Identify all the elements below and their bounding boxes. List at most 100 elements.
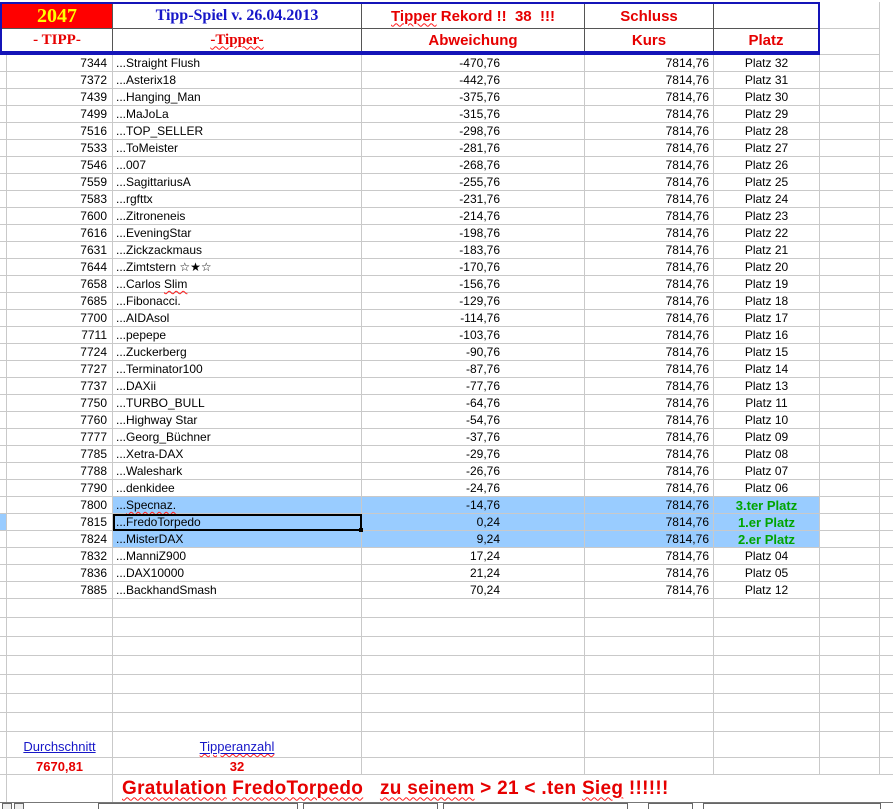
sheet-nav-button[interactable] [14, 803, 24, 809]
cell-extra2[interactable] [880, 758, 893, 775]
cell-abweichung[interactable]: -198,76 [362, 225, 585, 242]
sheet-nav-button[interactable] [2, 803, 12, 809]
cell-extra2[interactable] [880, 497, 893, 514]
cell-a[interactable] [0, 174, 7, 191]
cell-extra[interactable] [820, 361, 880, 378]
cell-extra2[interactable] [880, 361, 893, 378]
cell-abweichung[interactable]: -183,76 [362, 242, 585, 259]
cell-abweichung[interactable]: -170,76 [362, 259, 585, 276]
cell-abweichung[interactable] [362, 713, 585, 732]
cell-kurs[interactable] [585, 758, 714, 775]
cell-platz[interactable]: Platz 08 [714, 446, 820, 463]
cell-tipp[interactable]: 7685 [7, 293, 113, 310]
cell-kurs[interactable]: 7814,76 [585, 310, 714, 327]
cell-tipp[interactable]: 7499 [7, 106, 113, 123]
cell-platz[interactable]: Platz 21 [714, 242, 820, 259]
cell-extra2[interactable] [880, 531, 893, 548]
cell-a[interactable] [0, 191, 7, 208]
cell-abweichung[interactable]: 21,24 [362, 565, 585, 582]
cell-kurs[interactable] [585, 637, 714, 656]
cell-abweichung[interactable]: -77,76 [362, 378, 585, 395]
cell-platz[interactable]: Platz 20 [714, 259, 820, 276]
cell-tipp[interactable] [7, 775, 113, 802]
cell-tipp[interactable]: 7631 [7, 242, 113, 259]
cell-kurs[interactable]: 7814,76 [585, 157, 714, 174]
cell-platz[interactable]: Platz 04 [714, 548, 820, 565]
cell-platz[interactable]: Platz 15 [714, 344, 820, 361]
cell-extra[interactable] [820, 480, 880, 497]
cell-abweichung[interactable]: 9,24 [362, 531, 585, 548]
cell-kurs[interactable] [585, 599, 714, 618]
cell-extra[interactable] [820, 72, 880, 89]
cell-abweichung[interactable] [362, 637, 585, 656]
cell-kurs[interactable]: 7814,76 [585, 497, 714, 514]
cell-tipper[interactable] [113, 637, 362, 656]
cell-kurs[interactable] [585, 713, 714, 732]
cell-kurs[interactable]: 7814,76 [585, 378, 714, 395]
cell-a[interactable] [0, 656, 7, 675]
cell-abweichung[interactable]: -114,76 [362, 310, 585, 327]
cell-extra[interactable] [820, 310, 880, 327]
cell-platz[interactable]: Platz 29 [714, 106, 820, 123]
cell-platz[interactable]: Platz 07 [714, 463, 820, 480]
cell-tipper[interactable]: ...MaJoLa [113, 106, 362, 123]
cell-a[interactable] [0, 599, 7, 618]
cell-extra[interactable] [820, 242, 880, 259]
cell-tipp[interactable]: 7777 [7, 429, 113, 446]
cell-a[interactable] [0, 276, 7, 293]
cell-abweichung[interactable]: 17,24 [362, 548, 585, 565]
cell-kurs[interactable] [585, 618, 714, 637]
cell-extra2[interactable] [880, 208, 893, 225]
cell-platz[interactable]: Platz 24 [714, 191, 820, 208]
cell-a[interactable] [0, 378, 7, 395]
cell-kurs[interactable]: 7814,76 [585, 480, 714, 497]
cell-extra2[interactable] [880, 656, 893, 675]
sheet-tab[interactable] [98, 803, 298, 809]
tipperanzahl-value-cell[interactable]: 32 [113, 758, 362, 775]
cell-extra2[interactable] [880, 191, 893, 208]
cell-tipper[interactable]: ...Georg_Büchner [113, 429, 362, 446]
cell-kurs[interactable]: 7814,76 [585, 293, 714, 310]
cell-tipper[interactable]: ...TURBO_BULL [113, 395, 362, 412]
cell-platz[interactable] [714, 675, 820, 694]
cell-kurs[interactable]: 7814,76 [585, 344, 714, 361]
cell-platz[interactable]: Platz 22 [714, 225, 820, 242]
cell-tipp[interactable] [7, 618, 113, 637]
cell-kurs[interactable] [585, 675, 714, 694]
cell-platz[interactable]: 3.ter Platz [714, 497, 820, 514]
cell-extra2[interactable] [880, 675, 893, 694]
cell-abweichung[interactable]: -87,76 [362, 361, 585, 378]
cell-extra[interactable] [820, 446, 880, 463]
cell-abweichung[interactable] [362, 618, 585, 637]
cell-tipp[interactable]: 7790 [7, 480, 113, 497]
sheet-tab[interactable] [703, 803, 881, 809]
cell-extra[interactable] [820, 259, 880, 276]
schluss-cell[interactable]: Schluss [585, 4, 714, 29]
cell-abweichung[interactable]: -255,76 [362, 174, 585, 191]
cell-abweichung[interactable] [362, 675, 585, 694]
cell-abweichung[interactable]: -470,76 [362, 55, 585, 72]
cell-extra[interactable] [820, 582, 880, 599]
durchschnitt-label-cell[interactable]: Durchschnitt [7, 732, 113, 758]
cell-abweichung[interactable]: -14,76 [362, 497, 585, 514]
cell-a[interactable] [0, 514, 7, 531]
cell-extra2[interactable] [880, 327, 893, 344]
cell-tipp[interactable]: 7439 [7, 89, 113, 106]
cell-a[interactable] [0, 225, 7, 242]
cell-tipper[interactable]: ...Zickzackmaus [113, 242, 362, 259]
cell-extra[interactable] [820, 327, 880, 344]
cell-kurs[interactable]: 7814,76 [585, 531, 714, 548]
record-cell[interactable]: Tipper Rekord !! 38 !!! [362, 4, 585, 29]
cell-platz[interactable]: Platz 31 [714, 72, 820, 89]
cell-tipper[interactable]: ...Asterix18 [113, 72, 362, 89]
cell-tipp[interactable]: 7711 [7, 327, 113, 344]
cell-extra2[interactable] [880, 637, 893, 656]
cell-extra2[interactable] [880, 446, 893, 463]
cell-tipp[interactable]: 7583 [7, 191, 113, 208]
cell-platz[interactable]: Platz 18 [714, 293, 820, 310]
cell-tipp[interactable] [7, 675, 113, 694]
cell-platz[interactable]: Platz 09 [714, 429, 820, 446]
cell-abweichung[interactable]: -315,76 [362, 106, 585, 123]
cell-tipp[interactable] [7, 694, 113, 713]
cell-extra[interactable] [820, 713, 880, 732]
